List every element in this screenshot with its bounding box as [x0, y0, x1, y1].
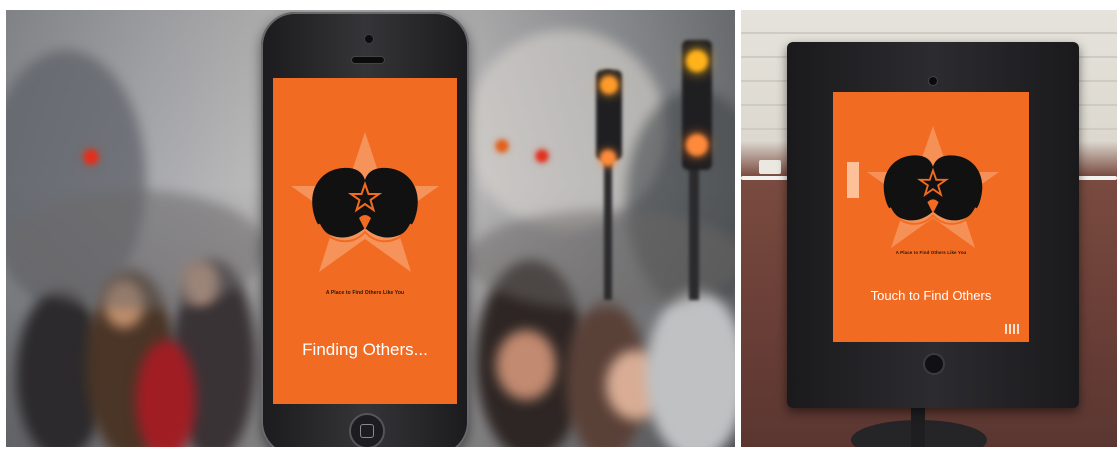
- tablet-screen[interactable]: A Place to Find Others Like You Touch to…: [833, 92, 1029, 342]
- tagline-text: A Place to Find Others Like You: [325, 290, 405, 296]
- kiosk-tablet-photo: A Place to Find Others Like You Touch to…: [741, 10, 1117, 447]
- camera-icon: [928, 76, 938, 86]
- crowd-phone-photo: A Place to Find Others Like You Finding …: [6, 10, 735, 447]
- traffic-light-red: [496, 140, 508, 152]
- traffic-light-red: [600, 150, 616, 166]
- heart-logo-icon: [312, 167, 418, 243]
- power-plug: [759, 160, 781, 174]
- status-text: Touch to Find Others: [870, 288, 992, 303]
- kiosk-stand: [911, 408, 925, 447]
- app-logo: [863, 122, 1003, 252]
- kiosk-frame: A Place to Find Others Like You Touch to…: [787, 42, 1079, 408]
- tagline-text: A Place to Find Others Like You: [895, 250, 967, 255]
- person-blur: [646, 290, 735, 447]
- screen-glare: [847, 162, 859, 198]
- traffic-light-amber: [686, 50, 708, 72]
- camera-icon: [364, 34, 374, 44]
- home-button-icon[interactable]: [349, 413, 385, 447]
- traffic-light-red: [536, 150, 548, 162]
- person-face-blur: [496, 330, 556, 400]
- heart-logo-icon: [883, 155, 983, 225]
- brick-row: [741, 10, 1117, 34]
- traffic-light-amber: [600, 76, 618, 94]
- iphone-mockup: A Place to Find Others Like You Finding …: [261, 12, 469, 447]
- traffic-light-red: [686, 134, 708, 156]
- app-logo: [287, 128, 443, 278]
- crowd-blur: [6, 190, 266, 310]
- speaker-grille: [351, 56, 385, 64]
- traffic-light-red: [84, 150, 98, 164]
- corner-logo-mark: [1005, 324, 1021, 334]
- status-text: Finding Others...: [302, 340, 428, 359]
- home-button-icon[interactable]: [923, 353, 945, 375]
- phone-screen[interactable]: A Place to Find Others Like You Finding …: [273, 78, 457, 404]
